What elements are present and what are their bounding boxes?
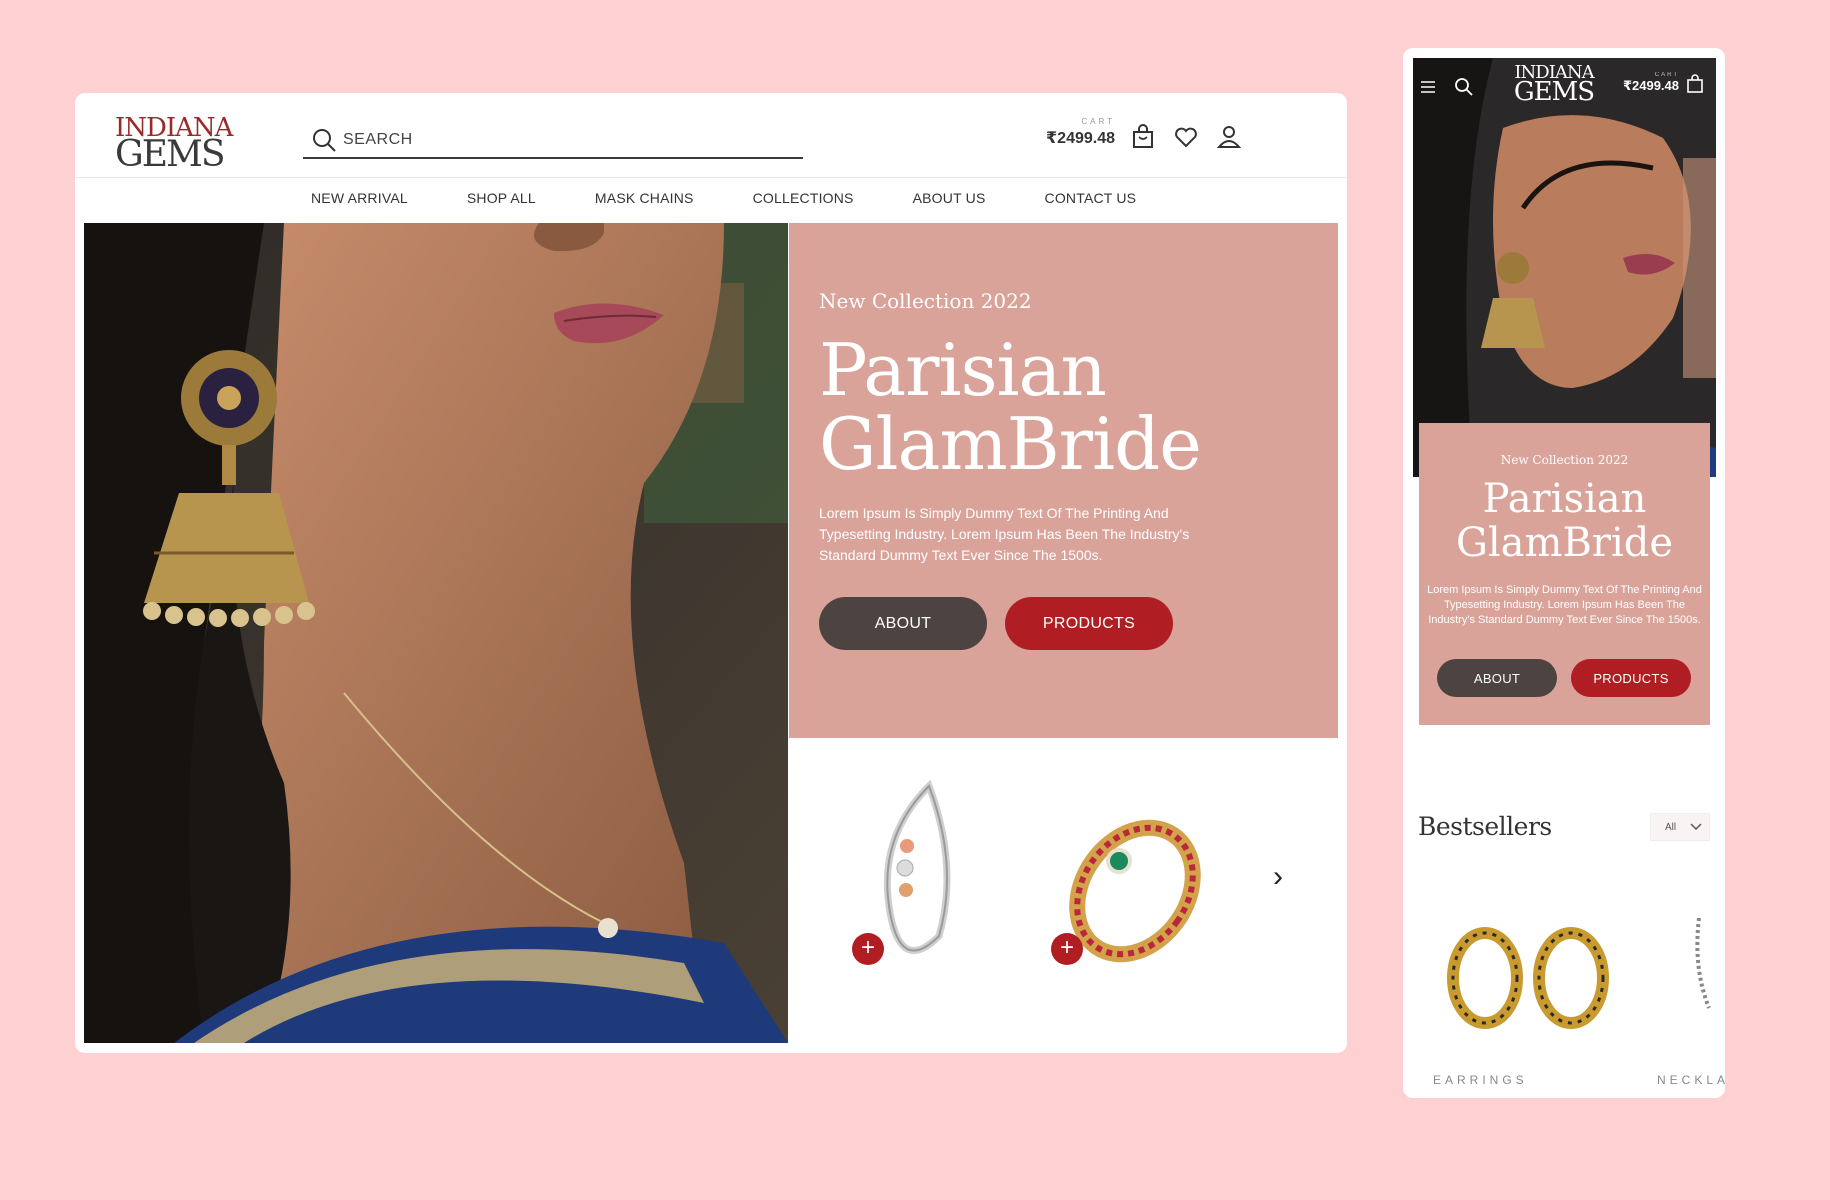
nav-new-arrival[interactable]: NEW ARRIVAL — [311, 190, 408, 206]
shopping-bag-icon[interactable] — [1129, 123, 1157, 151]
mobile-cart-label: CART — [1654, 72, 1679, 78]
nav-shop-all[interactable]: SHOP ALL — [467, 190, 536, 206]
product-necklace-partial[interactable] — [1689, 918, 1719, 1018]
search-bar[interactable]: SEARCH — [303, 123, 803, 159]
search-input[interactable]: SEARCH — [343, 131, 413, 149]
mobile-hero-photo-illustration — [1413, 58, 1716, 477]
chevron-down-icon — [1690, 823, 1702, 831]
brand-line2: GEMS — [115, 134, 226, 175]
hero-title: Parisian GlamBride — [819, 328, 1202, 486]
menu-icon[interactable] — [1419, 78, 1437, 96]
category-label-necklaces[interactable]: NECKLA — [1657, 1073, 1725, 1087]
mobile-hero-title: Parisian GlamBride — [1419, 477, 1710, 565]
mobile-cart-summary[interactable]: CART ₹2499.48 — [1619, 72, 1679, 94]
add-to-cart-button[interactable]: + — [1051, 933, 1083, 965]
mobile-brand-logo[interactable]: INDIANA GEMS — [1513, 64, 1595, 107]
mobile-frame: INDIANA GEMS CART ₹2499.48 New Collectio… — [1403, 48, 1725, 1098]
mobile-shopping-bag-icon[interactable] — [1685, 74, 1705, 94]
filter-value: All — [1665, 821, 1677, 833]
mobile-hero-image — [1413, 58, 1716, 477]
mobile-hero-panel: New Collection 2022 Parisian GlamBride L… — [1419, 423, 1710, 725]
hero-description: Lorem Ipsum Is Simply Dummy Text Of The … — [819, 505, 1190, 563]
mobile-hero-description: Lorem Ipsum Is Simply Dummy Text Of The … — [1427, 584, 1702, 626]
mobile-header: INDIANA GEMS CART ₹2499.48 — [1413, 58, 1716, 118]
hero-image — [84, 223, 788, 1043]
mobile-about-button[interactable]: ABOUT — [1437, 659, 1557, 697]
mobile-products-button[interactable]: PRODUCTS — [1571, 659, 1691, 697]
cart-summary[interactable]: CART ₹2499.48 — [1045, 117, 1115, 148]
bestsellers-title: Bestsellers — [1418, 812, 1552, 841]
category-label-earrings[interactable]: EARRINGS — [1433, 1073, 1528, 1087]
mobile-hero-title-line2: GlamBride — [1455, 520, 1674, 566]
products-button[interactable]: PRODUCTS — [1005, 597, 1173, 650]
desktop-frame: INDIANA GEMS SEARCH CART ₹2499.48 NEW AR… — [75, 93, 1347, 1053]
hero-photo-illustration — [84, 223, 788, 1043]
nav-collections[interactable]: COLLECTIONS — [753, 190, 854, 206]
brand-logo[interactable]: INDIANA GEMS — [115, 115, 233, 175]
nav-contact-us[interactable]: CONTACT US — [1045, 190, 1137, 206]
about-button[interactable]: ABOUT — [819, 597, 987, 650]
hero-title-line2: GlamBride — [819, 402, 1202, 486]
mobile-cart-total: ₹2499.48 — [1622, 78, 1679, 93]
mobile-hero-subtitle: New Collection 2022 — [1500, 453, 1629, 467]
hero-subtitle: New Collection 2022 — [819, 289, 1032, 313]
cart-total: ₹2499.48 — [1046, 130, 1115, 147]
nav-about-us[interactable]: ABOUT US — [913, 190, 986, 206]
main-nav: NEW ARRIVAL SHOP ALL MASK CHAINS COLLECT… — [75, 177, 1347, 217]
category-filter-select[interactable]: All — [1650, 813, 1710, 841]
next-arrow-icon[interactable]: › — [1273, 860, 1283, 894]
cart-label: CART — [1081, 117, 1115, 126]
mobile-brand-line2: GEMS — [1513, 77, 1595, 107]
heart-icon[interactable] — [1172, 123, 1200, 151]
user-icon[interactable] — [1215, 123, 1243, 151]
hero-title-line1: Parisian — [819, 328, 1107, 412]
product-hoop-earrings[interactable] — [1443, 923, 1613, 1033]
product-carousel: + + › — [789, 738, 1338, 1043]
mobile-search-icon[interactable] — [1453, 76, 1475, 98]
add-to-cart-button[interactable]: + — [852, 933, 884, 965]
mobile-hero-title-line1: Parisian — [1482, 476, 1647, 522]
search-icon — [313, 129, 336, 152]
hero-panel: New Collection 2022 Parisian GlamBride L… — [789, 223, 1338, 738]
nav-mask-chains[interactable]: MASK CHAINS — [595, 190, 694, 206]
